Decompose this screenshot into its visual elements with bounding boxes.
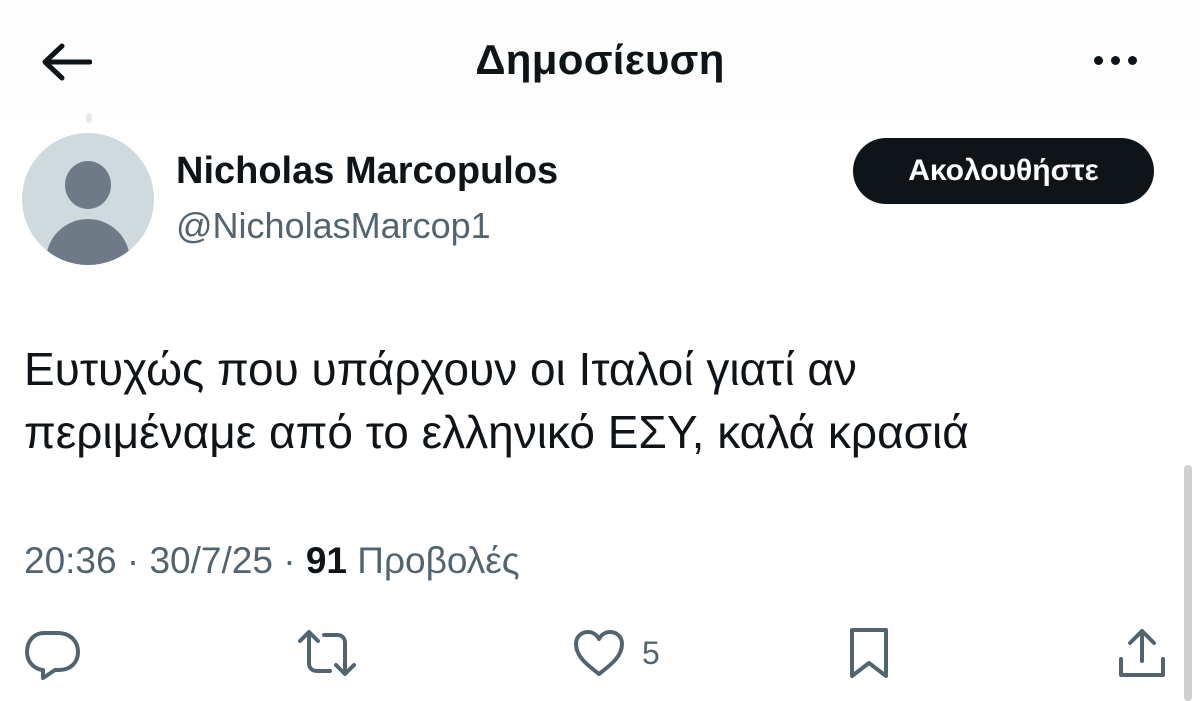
thread-connector bbox=[86, 113, 92, 123]
more-options-button[interactable] bbox=[1080, 36, 1150, 84]
tweet-time[interactable]: 20:36 bbox=[24, 540, 117, 581]
share-icon bbox=[1119, 629, 1165, 677]
author-handle[interactable]: @NicholasMarcop1 bbox=[176, 205, 491, 247]
views-label: Προβολές bbox=[346, 540, 520, 581]
tweet-text: Ευτυχώς που υπάρχουν οι Ιταλοί γιατί αν … bbox=[24, 338, 1154, 464]
default-avatar-head bbox=[65, 161, 111, 209]
tweet-date[interactable]: 30/7/25 bbox=[149, 540, 272, 581]
retweet-icon bbox=[298, 630, 356, 676]
reply-bubble-icon bbox=[25, 631, 80, 680]
follow-button[interactable]: Ακολουθήστε bbox=[853, 138, 1154, 204]
retweet-button[interactable] bbox=[296, 625, 358, 681]
author-name[interactable]: Nicholas Marcopulos bbox=[176, 150, 558, 193]
scrollbar[interactable] bbox=[1184, 465, 1192, 701]
views-count: 91 bbox=[305, 540, 347, 581]
like-count: 5 bbox=[642, 634, 660, 671]
heart-icon bbox=[574, 630, 624, 676]
reply-button[interactable] bbox=[22, 625, 82, 681]
page-title: Δημοσίευση bbox=[475, 36, 725, 83]
tweet-meta: 20:36 · 30/7/25 · 91 Προβολές bbox=[24, 540, 520, 582]
meta-separator: · bbox=[272, 540, 306, 581]
like-button[interactable]: 5 bbox=[572, 625, 660, 681]
meta-separator: · bbox=[116, 540, 150, 581]
post-page: Δημοσίευση Nicholas Marcopulos @Nicholas… bbox=[0, 0, 1200, 701]
avatar[interactable] bbox=[22, 133, 154, 265]
bookmark-button[interactable] bbox=[846, 625, 892, 681]
more-horizontal-icon bbox=[1093, 55, 1103, 65]
tweet-text-line: Ευτυχώς που υπάρχουν οι Ιταλοί γιατί αν bbox=[24, 343, 857, 395]
top-bar: Δημοσίευση bbox=[0, 0, 1200, 118]
share-button[interactable] bbox=[1116, 625, 1168, 681]
default-avatar-body bbox=[46, 219, 130, 265]
bookmark-icon bbox=[850, 628, 888, 678]
tweet-text-line: περιμέναμε από το ελληνικό ΕΣΥ, καλά κρα… bbox=[24, 406, 969, 458]
